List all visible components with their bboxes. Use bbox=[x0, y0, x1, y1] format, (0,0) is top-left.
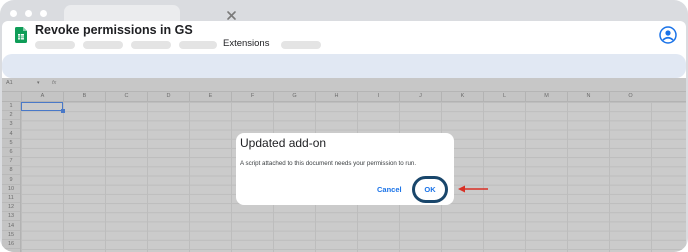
row-header[interactable]: 16 bbox=[2, 240, 20, 249]
document-title[interactable]: Revoke permissions in GS bbox=[35, 23, 193, 37]
row-header[interactable]: 6 bbox=[2, 148, 20, 157]
cancel-button[interactable]: Cancel bbox=[377, 185, 402, 194]
maximize-window-dot[interactable] bbox=[40, 10, 47, 17]
menu-item-placeholder[interactable] bbox=[131, 41, 171, 49]
google-sheets-icon bbox=[15, 27, 27, 43]
menu-item-extensions[interactable]: Extensions bbox=[223, 38, 269, 49]
column-header[interactable]: L bbox=[483, 92, 525, 101]
permission-dialog: Updated add-on A script attached to this… bbox=[236, 133, 454, 205]
window-controls bbox=[10, 10, 47, 17]
column-header[interactable]: A bbox=[21, 92, 63, 101]
column-header[interactable]: F bbox=[231, 92, 273, 101]
toolbar bbox=[2, 54, 686, 78]
row-header[interactable]: 3 bbox=[2, 120, 20, 130]
column-header[interactable]: G bbox=[273, 92, 315, 101]
column-header[interactable]: D bbox=[147, 92, 189, 101]
name-box[interactable]: A1 bbox=[6, 80, 13, 86]
menu-item-placeholder[interactable] bbox=[179, 41, 217, 49]
column-header[interactable]: O bbox=[609, 92, 651, 101]
browser-window: Revoke permissions in GS Extensions A1 ▾… bbox=[0, 0, 688, 252]
column-header[interactable]: E bbox=[189, 92, 231, 101]
row-header[interactable]: 5 bbox=[2, 139, 20, 148]
row-header[interactable]: 8 bbox=[2, 166, 20, 176]
column-header[interactable]: K bbox=[441, 92, 483, 101]
menu-item-placeholder[interactable] bbox=[83, 41, 123, 49]
row-headers: 1 2 3 4 5 6 7 8 9 10 11 12 13 14 15 16 bbox=[2, 102, 21, 252]
column-header[interactable]: I bbox=[357, 92, 399, 101]
ok-button[interactable]: OK bbox=[412, 176, 448, 203]
column-header[interactable]: C bbox=[105, 92, 147, 101]
annotation-arrow-icon bbox=[458, 185, 488, 193]
formula-bar[interactable]: A1 ▾ fx bbox=[2, 78, 686, 92]
row-header[interactable]: 10 bbox=[2, 185, 20, 194]
row-header[interactable]: 1 bbox=[2, 102, 20, 111]
column-header[interactable]: N bbox=[567, 92, 609, 101]
row-header[interactable]: 11 bbox=[2, 194, 20, 203]
column-headers: ABCDEFGHIJKLMNO bbox=[2, 92, 686, 102]
row-header[interactable]: 9 bbox=[2, 176, 20, 185]
row-header[interactable]: 15 bbox=[2, 231, 20, 240]
row-header[interactable]: 7 bbox=[2, 157, 20, 167]
column-header[interactable]: B bbox=[63, 92, 105, 101]
chevron-down-icon[interactable]: ▾ bbox=[37, 80, 40, 86]
row-header[interactable]: 12 bbox=[2, 203, 20, 213]
row-header[interactable]: 2 bbox=[2, 111, 20, 121]
row-header[interactable]: 13 bbox=[2, 212, 20, 222]
fx-label: fx bbox=[52, 80, 57, 86]
close-window-dot[interactable] bbox=[10, 10, 17, 17]
column-header[interactable]: M bbox=[525, 92, 567, 101]
fill-handle[interactable] bbox=[61, 109, 65, 113]
spreadsheet-app: Revoke permissions in GS Extensions A1 ▾… bbox=[2, 21, 686, 252]
row-header[interactable]: 14 bbox=[2, 222, 20, 231]
menu-item-placeholder[interactable] bbox=[35, 41, 75, 49]
column-header[interactable]: H bbox=[315, 92, 357, 101]
dialog-message: A script attached to this document needs… bbox=[240, 160, 417, 167]
browser-tab[interactable] bbox=[64, 5, 236, 21]
column-header[interactable]: J bbox=[399, 92, 441, 101]
selected-cell[interactable] bbox=[21, 102, 63, 111]
menu-item-placeholder[interactable] bbox=[281, 41, 321, 49]
dialog-title: Updated add-on bbox=[240, 136, 327, 150]
row-header[interactable]: 4 bbox=[2, 130, 20, 139]
minimize-window-dot[interactable] bbox=[25, 10, 32, 17]
account-avatar-icon[interactable] bbox=[659, 26, 677, 44]
